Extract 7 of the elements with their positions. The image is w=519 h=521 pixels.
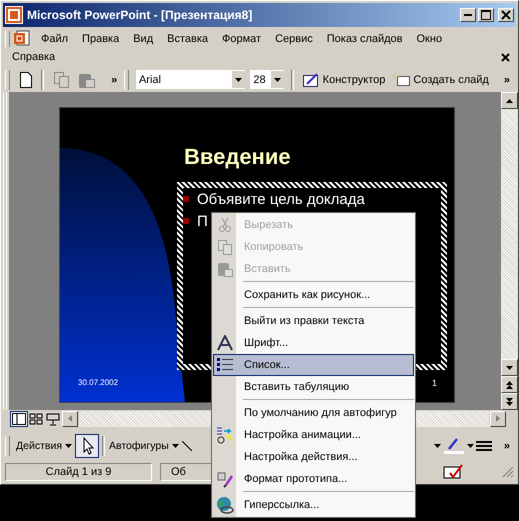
slide-number: 1 xyxy=(432,378,438,388)
bullet-text: Объявите цель доклада xyxy=(197,190,365,208)
bullet-text: П xyxy=(197,212,208,230)
slide-date: 30.07.2002 xyxy=(78,378,118,388)
window-title: Microsoft PowerPoint - [Презентация8] xyxy=(27,8,252,22)
slide-title: Введение xyxy=(184,144,291,170)
status-text: Слайд 1 из 9 xyxy=(5,463,152,482)
